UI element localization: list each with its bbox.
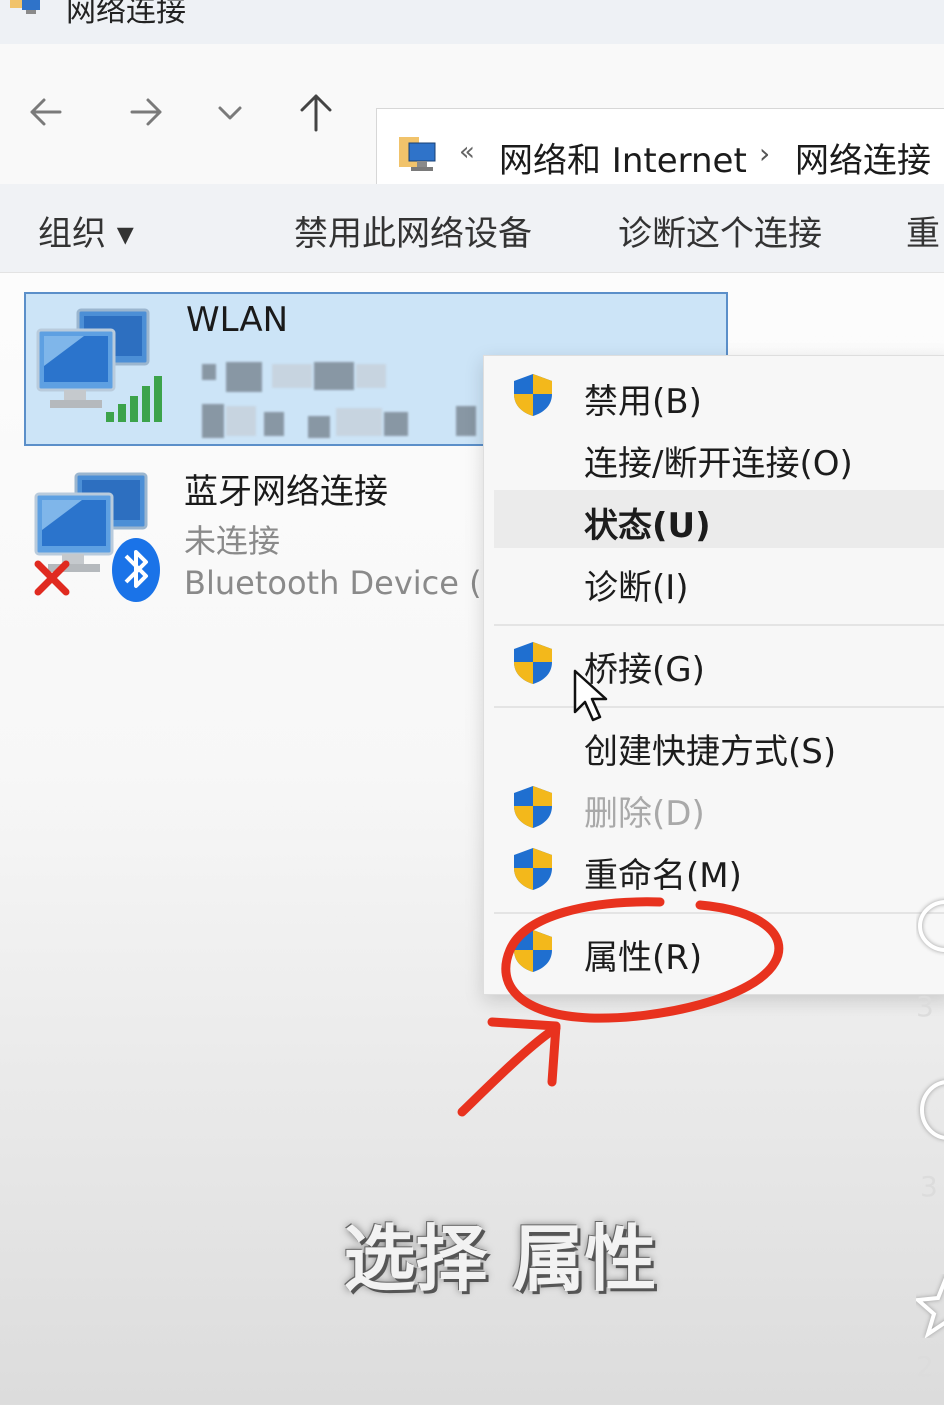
menu-item-connect-disconnect[interactable]: 连接/断开连接(O) [494,428,944,486]
menu-item-properties[interactable]: 属性(R) [494,922,944,980]
navigation-bar: « 网络和 Internet › 网络连接 [0,44,944,204]
menu-item-status[interactable]: 状态(U) [494,490,944,548]
back-button[interactable] [24,90,68,134]
side-count: 3 [916,990,934,1023]
network-connections-icon [399,137,436,171]
title-bar: 网络连接 [0,0,944,44]
connection-name: WLAN [186,300,289,340]
wireless-network-icon [36,308,162,422]
menu-item-label: 诊断(I) [584,568,689,608]
chevron-down-icon [218,106,242,120]
context-menu: 禁用(B) 连接/断开连接(O) 状态(U) 诊断(I) 桥接(G) 创建快捷方… [483,355,944,995]
bluetooth-network-icon [34,472,160,602]
comment-bubble-icon [918,900,944,952]
menu-item-label: 状态(U) [584,506,711,546]
arrow-left-icon [30,98,62,126]
uac-shield-icon [514,642,552,684]
arrow-up-icon [300,94,332,132]
menu-item-label: 禁用(B) [584,382,702,422]
network-folder-icon [10,0,40,14]
uac-shield-icon [514,786,552,828]
connection-bluetooth[interactable]: 蓝牙网络连接 未连接 Bluetooth Device ( [24,458,494,608]
side-count: 2 [916,1350,934,1383]
menu-item-bridge[interactable]: 桥接(G) [494,634,944,692]
menu-item-create-shortcut[interactable]: 创建快捷方式(S) [494,716,944,774]
recent-locations-button[interactable] [208,90,252,134]
disable-device-button[interactable]: 禁用此网络设备 [294,206,532,255]
menu-item-diagnose[interactable]: 诊断(I) [494,552,944,610]
menu-item-label: 连接/断开连接(O) [584,444,853,484]
breadcrumb-network-connections[interactable]: 网络连接 [795,133,931,182]
breadcrumb-overflow[interactable]: « [459,137,475,167]
organize-menu[interactable]: 组织 ▾ [38,206,134,255]
connection-status: 未连接 [184,522,281,560]
menu-item-delete: 删除(D) [494,778,944,836]
menu-item-label: 删除(D) [584,794,705,834]
video-caption: 选择 属性 [343,1217,657,1301]
menu-item-label: 重命名(M) [584,856,742,896]
uac-shield-icon [514,930,552,972]
menu-item-label: 属性(R) [584,938,703,978]
rename-connection-button[interactable]: 重 [906,206,940,255]
mouse-cursor-icon [573,669,608,722]
uac-shield-icon [514,848,552,890]
breadcrumb-separator[interactable]: › [759,137,770,170]
uac-shield-icon [514,374,552,416]
menu-item-rename[interactable]: 重命名(M) [494,840,944,898]
breadcrumb-network-internet[interactable]: 网络和 Internet [499,133,747,182]
window-title: 网络连接 [66,0,186,29]
menu-separator [494,624,944,626]
menu-separator [494,912,944,914]
up-button[interactable] [294,90,338,134]
side-like-widget[interactable]: 3 [916,880,944,1070]
arrow-right-icon [130,98,162,126]
menu-separator [494,706,944,708]
diagnose-connection-button[interactable]: 诊断这个连接 [618,206,822,255]
comment-icon [920,1080,944,1140]
forward-button[interactable] [124,90,168,134]
connection-device: Bluetooth Device ( [184,564,482,602]
menu-item-disable[interactable]: 禁用(B) [494,366,944,424]
connection-name: 蓝牙网络连接 [184,472,388,512]
command-bar: 组织 ▾ 禁用此网络设备 诊断这个连接 重 [0,184,944,273]
side-count: 3 [920,1170,938,1203]
menu-item-label: 创建快捷方式(S) [584,732,837,772]
